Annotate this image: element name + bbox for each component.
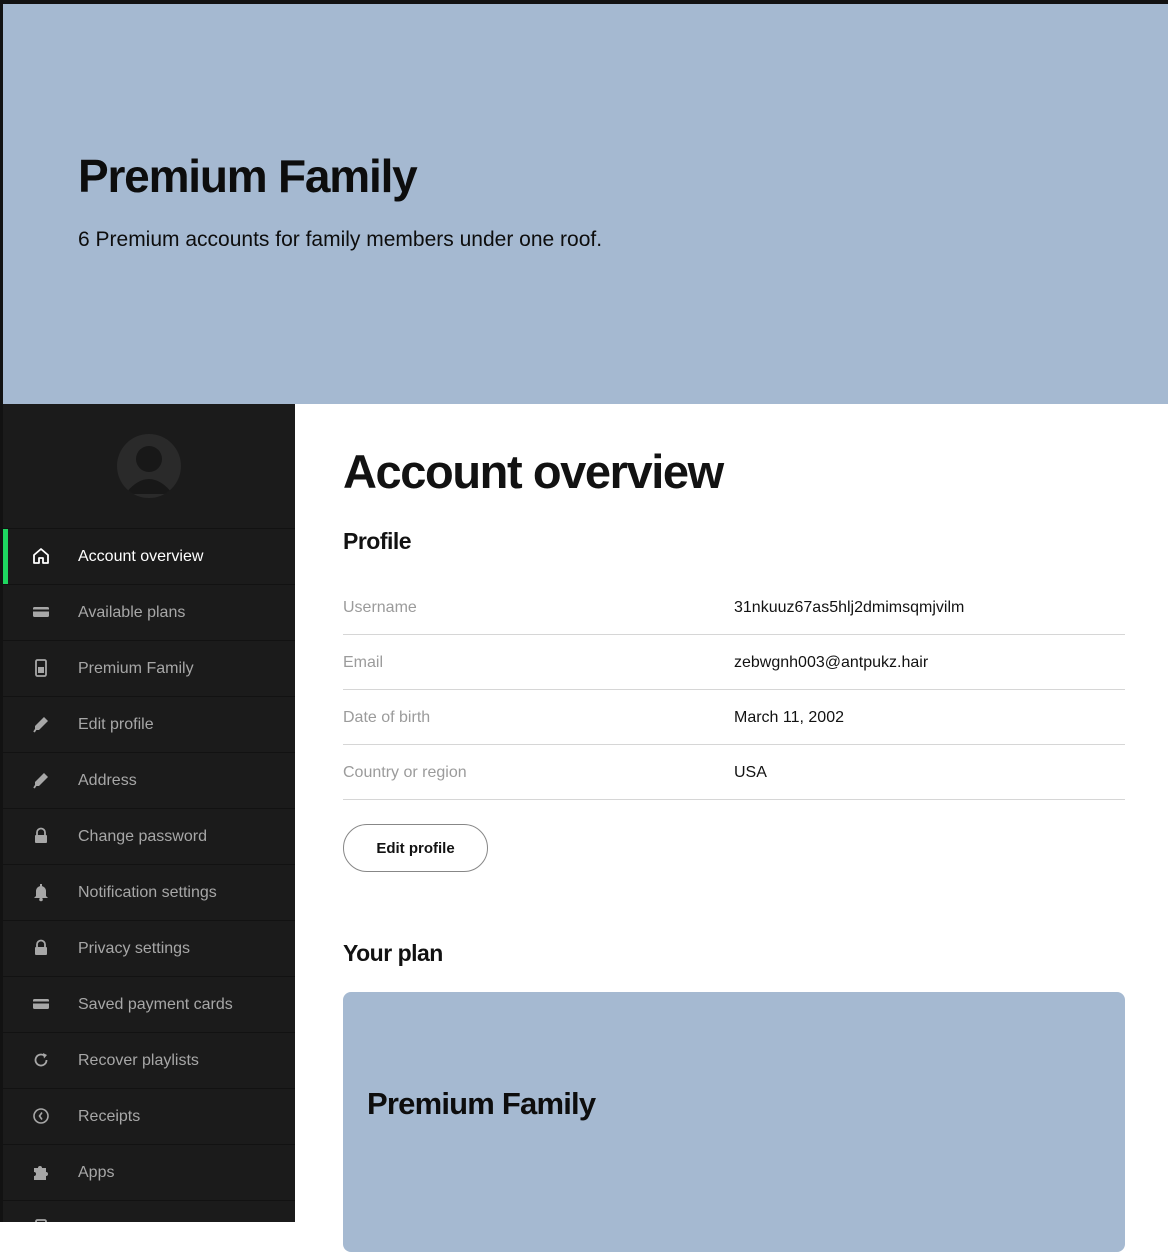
user-silhouette-icon <box>125 446 173 494</box>
sidebar-item-address[interactable]: Address <box>3 752 295 808</box>
sidebar-item-saved-payment-cards[interactable]: Saved payment cards <box>3 976 295 1032</box>
pencil-icon <box>31 714 51 734</box>
your-plan-heading: Your plan <box>343 940 443 966</box>
main-content: Account overview Profile Username 31nkuu… <box>295 404 1168 1252</box>
plan-card: Premium Family <box>343 992 1125 1252</box>
profile-label: Username <box>343 599 417 616</box>
sidebar-item-label: Premium Family <box>78 659 194 677</box>
device-icon <box>31 1218 51 1222</box>
sidebar-item-label: Saved payment cards <box>78 995 233 1013</box>
sidebar-item-premium-family[interactable]: Premium Family <box>3 640 295 696</box>
avatar[interactable] <box>117 434 181 498</box>
card-icon <box>31 602 51 622</box>
card-icon <box>31 994 51 1014</box>
sidebar-item-label: Account overview <box>78 547 204 565</box>
home-icon <box>31 546 51 566</box>
profile-value: March 11, 2002 <box>734 709 844 726</box>
sidebar-item-recover-playlists[interactable]: Recover playlists <box>3 1032 295 1088</box>
refresh-icon <box>31 1050 51 1070</box>
hero-title: Premium Family <box>78 150 418 202</box>
sidebar-item-privacy-settings[interactable]: Privacy settings <box>3 920 295 976</box>
profile-value: USA <box>734 764 767 781</box>
sidebar-item-partial[interactable] <box>3 1200 295 1222</box>
profile-value: 31nkuuz67as5hlj2dmimsqmjvilm <box>734 599 965 616</box>
sidebar-item-label: Change password <box>78 827 207 845</box>
sidebar-nav: Account overview Available plans Premium… <box>3 528 295 1222</box>
sidebar-item-notification-settings[interactable]: Notification settings <box>3 864 295 920</box>
sidebar-item-label: Apps <box>78 1163 115 1181</box>
edit-profile-button[interactable]: Edit profile <box>343 824 488 872</box>
table-row: Date of birth March 11, 2002 <box>343 690 1125 745</box>
account-sidebar: Account overview Available plans Premium… <box>3 404 295 1222</box>
sidebar-item-label: Receipts <box>78 1107 141 1125</box>
hero-subtitle: 6 Premium accounts for family members un… <box>78 228 603 251</box>
profile-label: Email <box>343 654 384 671</box>
page-title: Account overview <box>343 445 724 498</box>
plan-name: Premium Family <box>367 1086 596 1121</box>
bell-icon <box>31 882 51 902</box>
sidebar-item-change-password[interactable]: Change password <box>3 808 295 864</box>
device-icon <box>31 658 51 678</box>
sidebar-item-edit-profile[interactable]: Edit profile <box>3 696 295 752</box>
sidebar-item-account-overview[interactable]: Account overview <box>3 528 295 584</box>
table-row: Username 31nkuuz67as5hlj2dmimsqmjvilm <box>343 580 1125 635</box>
profile-label: Country or region <box>343 764 467 781</box>
profile-heading: Profile <box>343 528 412 554</box>
sidebar-item-apps[interactable]: Apps <box>3 1144 295 1200</box>
lock-icon <box>31 826 51 846</box>
table-row: Email zebwgnh003@antpukz.hair <box>343 635 1125 690</box>
sidebar-item-available-plans[interactable]: Available plans <box>3 584 295 640</box>
sidebar-item-label: Notification settings <box>78 883 217 901</box>
table-row: Country or region USA <box>343 745 1125 800</box>
profile-label: Date of birth <box>343 709 431 726</box>
sidebar-item-label: Edit profile <box>78 715 154 733</box>
profile-value: zebwgnh003@antpukz.hair <box>734 654 929 671</box>
clock-icon <box>31 1106 51 1126</box>
sidebar-item-label: Recover playlists <box>78 1051 199 1069</box>
profile-table: Username 31nkuuz67as5hlj2dmimsqmjvilm Em… <box>343 580 1125 800</box>
sidebar-item-label: Privacy settings <box>78 939 191 957</box>
sidebar-item-label: Address <box>78 771 137 789</box>
sidebar-item-label: Available plans <box>78 603 186 621</box>
plan-hero-banner: Premium Family 6 Premium accounts for fa… <box>3 4 1168 404</box>
pencil-icon <box>31 770 51 790</box>
puzzle-icon <box>31 1162 51 1182</box>
lock-icon <box>31 938 51 958</box>
sidebar-item-receipts[interactable]: Receipts <box>3 1088 295 1144</box>
